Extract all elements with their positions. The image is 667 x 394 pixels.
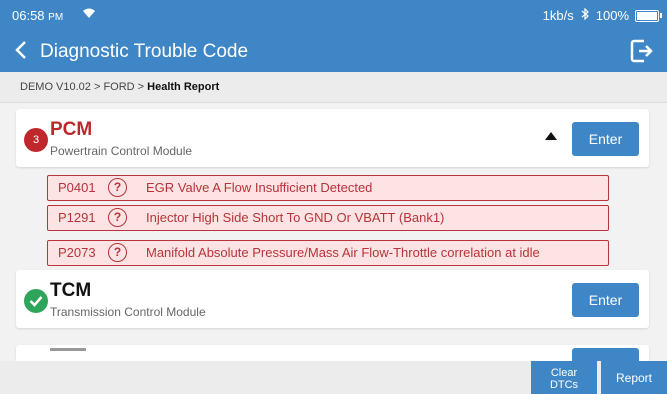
exit-icon xyxy=(630,39,653,63)
title-bar: Diagnostic Trouble Code xyxy=(0,30,667,72)
module-card-tcm: TCM Transmission Control Module Enter xyxy=(16,270,649,328)
chevron-left-icon xyxy=(15,41,26,59)
module-card-next xyxy=(16,345,649,361)
dtc-row: P1291 ? Injector High Side Short To GND … xyxy=(47,205,609,231)
bluetooth-icon xyxy=(580,7,590,23)
collapse-arrow-icon[interactable] xyxy=(545,132,557,140)
dtc-row: P0401 ? EGR Valve A Flow Insufficient De… xyxy=(47,175,609,201)
breadcrumb-path: DEMO V10.02 > FORD > xyxy=(20,81,148,93)
network-speed: 1kb/s xyxy=(542,8,574,23)
page-title: Diagnostic Trouble Code xyxy=(40,41,249,62)
breadcrumb-current: Health Report xyxy=(147,81,220,93)
bottom-toolbar: Clear DTCs Report xyxy=(0,361,667,394)
status-bar: 06:58 PM 1kb/s 100% xyxy=(0,0,667,30)
module-name: PCM xyxy=(50,119,93,140)
enter-button-next[interactable] xyxy=(572,348,639,361)
battery-icon xyxy=(635,9,662,22)
dtc-code: P1291 xyxy=(58,210,96,225)
module-description: Powertrain Control Module xyxy=(50,144,193,158)
dtc-description: EGR Valve A Flow Insufficient Detected xyxy=(146,180,373,195)
clear-dtcs-button[interactable]: Clear DTCs xyxy=(531,361,597,394)
module-name: TCM xyxy=(50,280,92,301)
check-icon xyxy=(24,289,48,313)
truncated-module-name xyxy=(50,348,86,351)
enter-button-tcm[interactable]: Enter xyxy=(572,283,639,317)
module-list[interactable]: 3 PCM Powertrain Control Module Enter P0… xyxy=(0,103,667,361)
report-button[interactable]: Report xyxy=(601,361,667,394)
enter-button-pcm[interactable]: Enter xyxy=(572,122,639,156)
exit-button[interactable] xyxy=(629,38,655,64)
module-card-pcm: 3 PCM Powertrain Control Module Enter xyxy=(16,109,649,167)
breadcrumb: DEMO V10.02 > FORD > Health Report xyxy=(0,72,667,103)
dtc-code: P0401 xyxy=(58,180,96,195)
help-icon[interactable]: ? xyxy=(108,178,127,197)
help-icon[interactable]: ? xyxy=(108,208,127,227)
clock: 06:58 PM xyxy=(12,8,64,23)
dtc-description: Injector High Side Short To GND Or VBATT… xyxy=(146,210,445,225)
wifi-icon xyxy=(82,7,96,22)
battery-level: 100% xyxy=(595,8,629,23)
dtc-description: Manifold Absolute Pressure/Mass Air Flow… xyxy=(146,245,540,260)
module-description: Transmission Control Module xyxy=(50,305,206,319)
dtc-count-badge: 3 xyxy=(24,128,48,152)
dtc-row: P2073 ? Manifold Absolute Pressure/Mass … xyxy=(47,240,609,266)
help-icon[interactable]: ? xyxy=(108,243,127,262)
dtc-code: P2073 xyxy=(58,245,96,260)
back-button[interactable] xyxy=(8,36,34,64)
